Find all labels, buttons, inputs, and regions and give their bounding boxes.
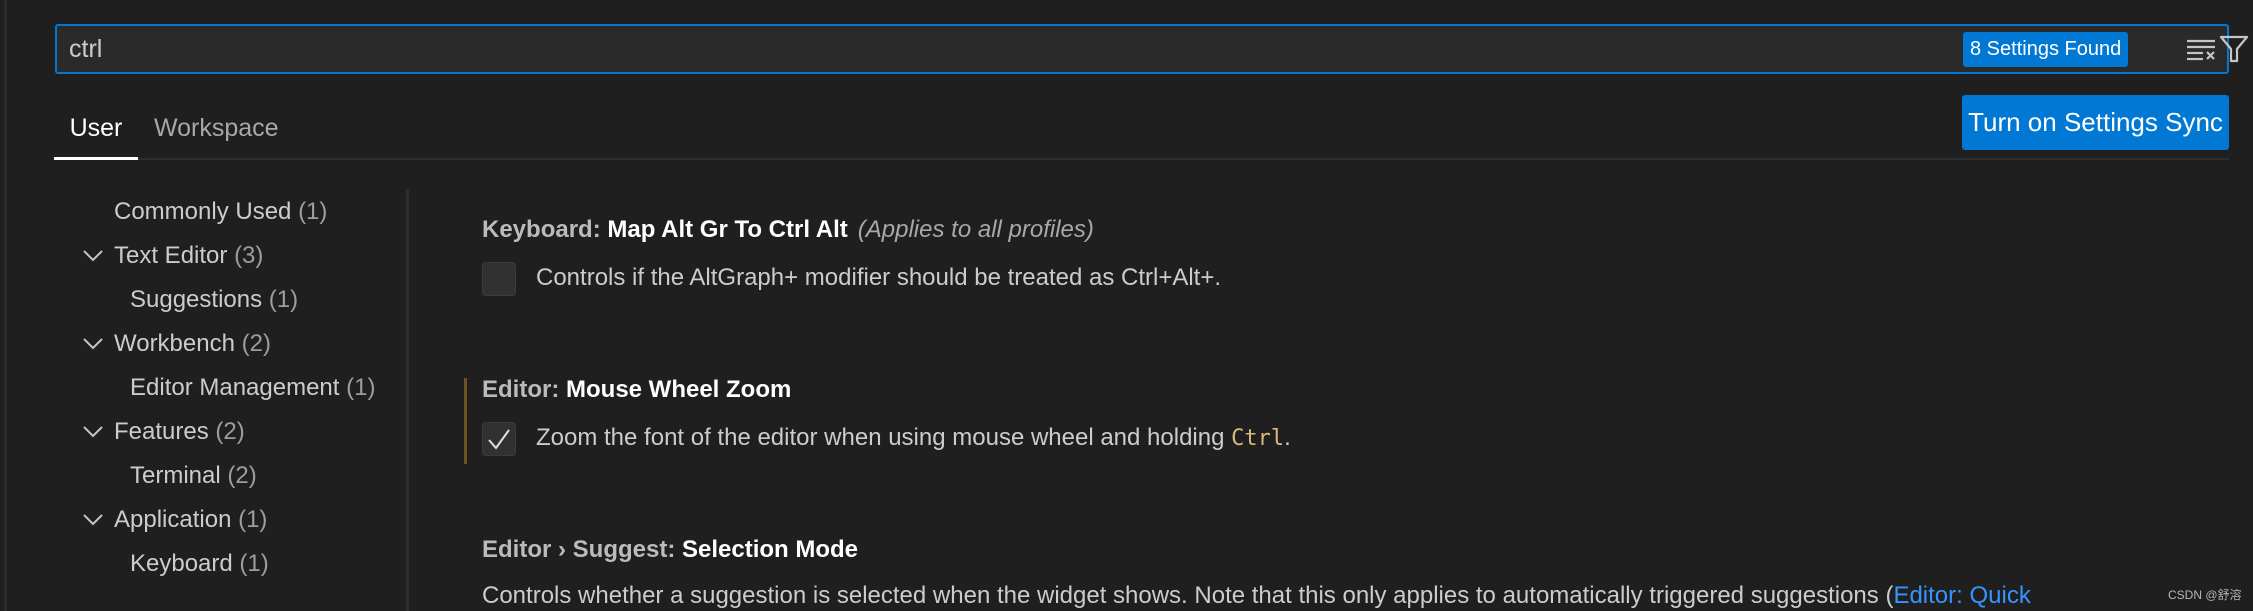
- description-code: Ctrl: [1231, 426, 1285, 451]
- turn-on-settings-sync-button[interactable]: Turn on Settings Sync: [1962, 95, 2229, 150]
- filter-icon: [2219, 35, 2249, 63]
- toc-item-editor-management[interactable]: Editor Management (1): [130, 368, 375, 408]
- tabs-separator: [138, 158, 2229, 160]
- setting-checkbox[interactable]: [482, 422, 516, 456]
- chevron-down-icon[interactable]: [82, 500, 104, 540]
- toc-item-text-editor[interactable]: Text Editor (3): [114, 236, 263, 276]
- setting-category: Keyboard:: [482, 216, 608, 243]
- setting-link[interactable]: Editor: Quick: [1893, 582, 2030, 609]
- description-text: .: [1284, 424, 1291, 451]
- toc-divider[interactable]: [406, 189, 409, 611]
- setting-category: Editor:: [482, 376, 566, 403]
- toc-item-count: (2): [227, 462, 257, 489]
- toc-item-count: (1): [346, 374, 376, 401]
- description-text: Controls whether a suggestion is selecte…: [482, 582, 1894, 609]
- toc-item-commonly-used[interactable]: Commonly Used (1): [114, 192, 327, 232]
- setting-editor-suggest-selection-mode: Editor › Suggest: Selection Mode Control…: [482, 536, 2253, 611]
- toc-item-features[interactable]: Features (2): [114, 412, 245, 452]
- toc-item-count: (3): [234, 242, 264, 269]
- settings-search-box[interactable]: 8 Settings Found: [55, 24, 2249, 74]
- toc-item-label: Workbench: [114, 330, 235, 357]
- checkmark-icon: [488, 429, 510, 450]
- toc-item-label: Terminal: [130, 462, 221, 489]
- setting-title: Editor: Mouse Wheel Zoom: [482, 376, 2253, 404]
- toc-item-application[interactable]: Application (1): [114, 500, 267, 540]
- toc-item-count: (1): [298, 198, 328, 225]
- setting-title: Editor › Suggest: Selection Mode: [482, 536, 2253, 564]
- toc-item-suggestions[interactable]: Suggestions (1): [130, 280, 298, 320]
- setting-title: Keyboard: Map Alt Gr To Ctrl Alt (Applies…: [482, 216, 2253, 244]
- toc-item-label: Text Editor: [114, 242, 228, 269]
- setting-keyboard-map-alt-gr: Keyboard: Map Alt Gr To Ctrl Alt (Applies…: [482, 216, 2253, 306]
- setting-name: Mouse Wheel Zoom: [566, 376, 792, 403]
- setting-editor-mouse-wheel-zoom: Editor: Mouse Wheel Zoom Zoom the font o…: [482, 376, 2253, 466]
- toc-item-label: Features: [114, 418, 209, 445]
- toc-item-count: (1): [238, 506, 268, 533]
- toc-item-label: Suggestions: [130, 286, 263, 313]
- chevron-down-icon[interactable]: [82, 412, 104, 452]
- setting-scope-note: (Applies to all profiles): [857, 216, 1094, 243]
- toc-item-label: Keyboard: [130, 550, 233, 577]
- watermark: CSDN @舒溶: [2168, 588, 2242, 602]
- settings-search-input[interactable]: [69, 26, 1869, 72]
- clear-filter-button[interactable]: [2184, 34, 2218, 64]
- chevron-down-icon[interactable]: [82, 324, 104, 364]
- settings-found-badge: 8 Settings Found: [1963, 32, 2129, 67]
- filter-button[interactable]: [2217, 34, 2251, 64]
- toc-item-workbench[interactable]: Workbench (2): [114, 324, 271, 364]
- setting-name: Selection Mode: [682, 536, 859, 563]
- setting-category: Editor › Suggest:: [482, 536, 682, 563]
- toc-item-label: Commonly Used: [114, 198, 292, 225]
- tab-workspace[interactable]: Workspace: [154, 100, 279, 158]
- toc-item-terminal[interactable]: Terminal (2): [130, 456, 257, 496]
- modified-indicator: [464, 378, 467, 464]
- setting-description: Controls if the AltGraph+ modifier shoul…: [536, 264, 1222, 291]
- toc-item-count: (2): [241, 330, 271, 357]
- setting-checkbox[interactable]: [482, 262, 516, 296]
- scrollbar-track: [4, 0, 7, 611]
- toc-item-keyboard[interactable]: Keyboard (1): [130, 544, 269, 584]
- description-text: Zoom the font of the editor when using m…: [536, 424, 1232, 451]
- setting-description: Controls whether a suggestion is selecte…: [482, 582, 2031, 610]
- tab-user[interactable]: User: [54, 100, 138, 158]
- toc-item-label: Application: [114, 506, 232, 533]
- clear-filter-icon: [2187, 39, 2215, 61]
- toc-item-count: (2): [215, 418, 245, 445]
- active-tab-indicator: [54, 157, 138, 160]
- toc-item-label: Editor Management: [130, 374, 340, 401]
- setting-name: Map Alt Gr To Ctrl Alt: [607, 216, 848, 243]
- setting-description: Zoom the font of the editor when using m…: [536, 424, 1291, 452]
- toc-item-count: (1): [268, 286, 299, 313]
- toc-item-count: (1): [239, 550, 269, 577]
- chevron-down-icon[interactable]: [82, 236, 104, 276]
